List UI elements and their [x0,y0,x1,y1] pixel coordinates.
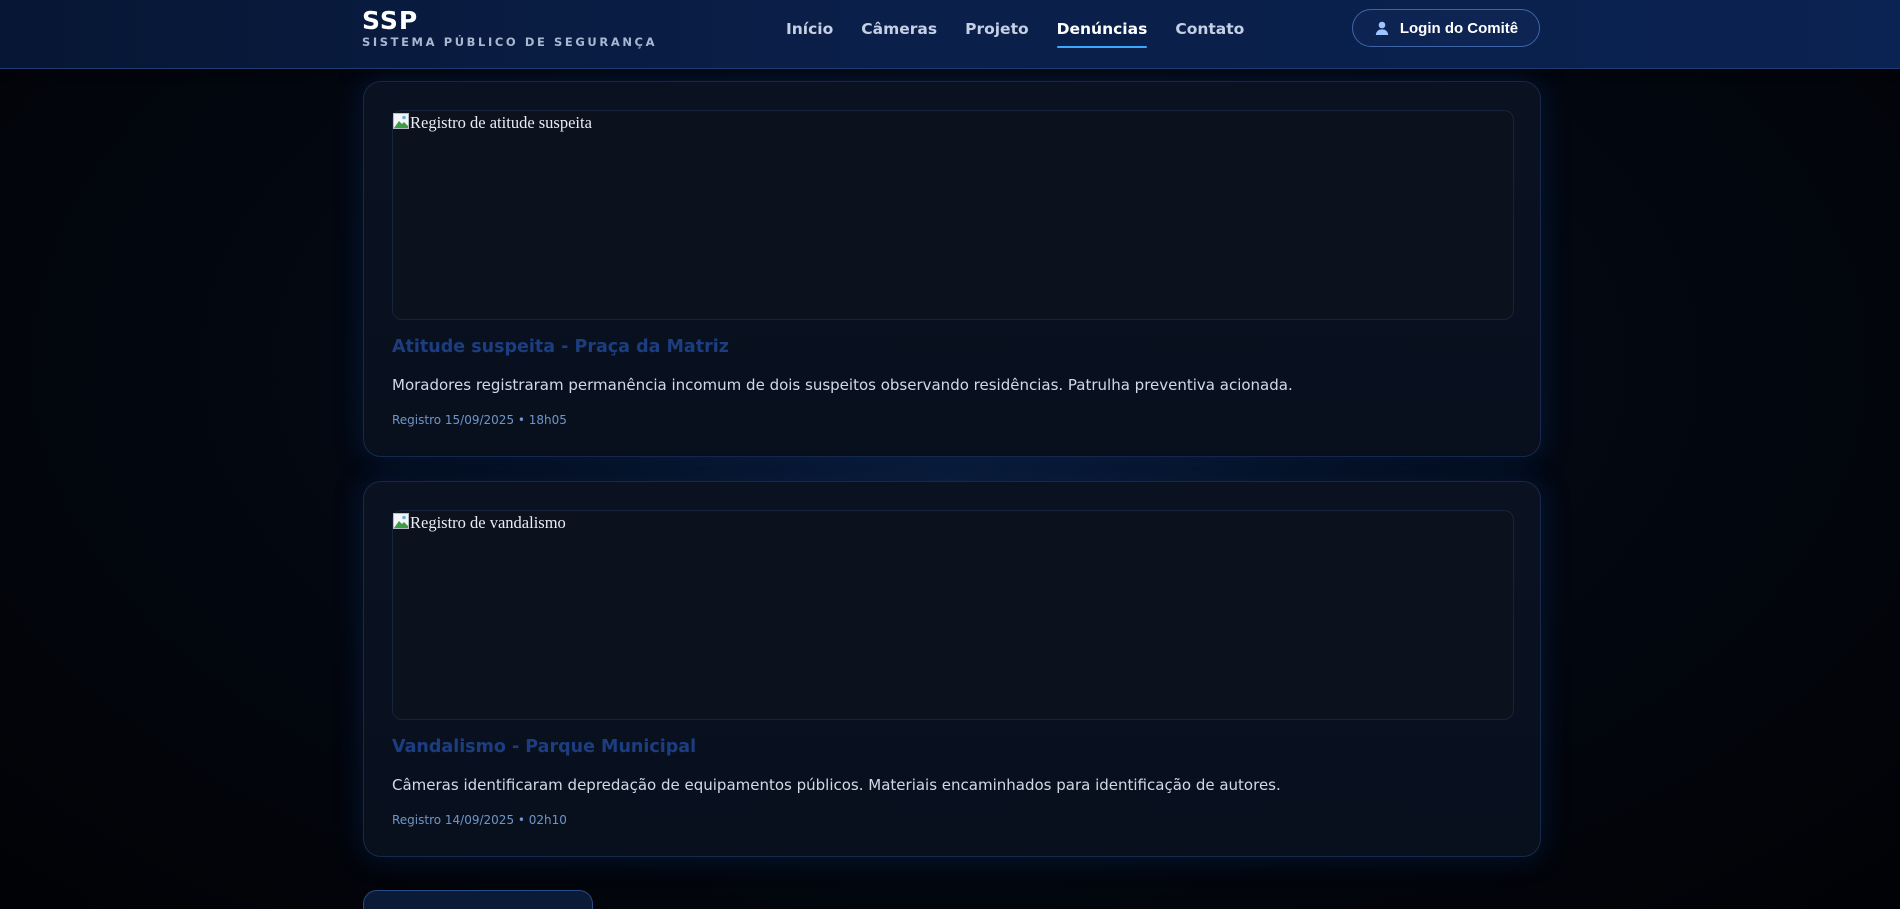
broken-image-icon [393,113,409,133]
main-nav: Início Câmeras Projeto Denúncias Contato [786,20,1244,48]
report-meta: Registro 15/09/2025 • 18h05 [392,413,567,427]
nav-link-projeto[interactable]: Projeto [965,20,1029,48]
image-alt-text: Registro de vandalismo [410,513,566,532]
broken-image: Registro de atitude suspeita [393,113,592,133]
brand-subtitle: SISTEMA PÚBLICO DE SEGURANÇA [362,35,658,49]
report-description: Moradores registraram permanência incomu… [392,376,1293,394]
report-card: Registro de atitude suspeita Atitude sus… [363,81,1541,457]
report-image: Registro de vandalismo [392,510,1514,720]
report-description: Câmeras identificaram depredação de equi… [392,776,1281,794]
page: SSP SISTEMA PÚBLICO DE SEGURANÇA Início … [0,0,1900,909]
nav-link-contato[interactable]: Contato [1175,20,1244,48]
nav-link-cameras[interactable]: Câmeras [861,20,937,48]
brand-name: SSP [362,6,419,35]
report-meta: Registro 14/09/2025 • 02h10 [392,813,567,827]
report-card: Registro de vandalismo Vandalismo - Parq… [363,481,1541,857]
brand[interactable]: SSP SISTEMA PÚBLICO DE SEGURANÇA [362,8,657,49]
report-image: Registro de atitude suspeita [392,110,1514,320]
login-label: Login do Comitê [1399,19,1519,37]
login-button[interactable]: Login do Comitê [1352,9,1540,47]
broken-image-icon [393,513,409,533]
report-title[interactable]: Atitude suspeita - Praça da Matriz [392,337,729,357]
load-more-button[interactable] [363,890,593,909]
user-icon [1374,20,1390,36]
broken-image: Registro de vandalismo [393,513,566,533]
top-navbar: SSP SISTEMA PÚBLICO DE SEGURANÇA Início … [0,0,1900,69]
nav-link-inicio[interactable]: Início [786,20,833,48]
image-alt-text: Registro de atitude suspeita [410,113,592,132]
nav-link-denuncias[interactable]: Denúncias [1056,20,1147,48]
report-title[interactable]: Vandalismo - Parque Municipal [392,737,696,757]
